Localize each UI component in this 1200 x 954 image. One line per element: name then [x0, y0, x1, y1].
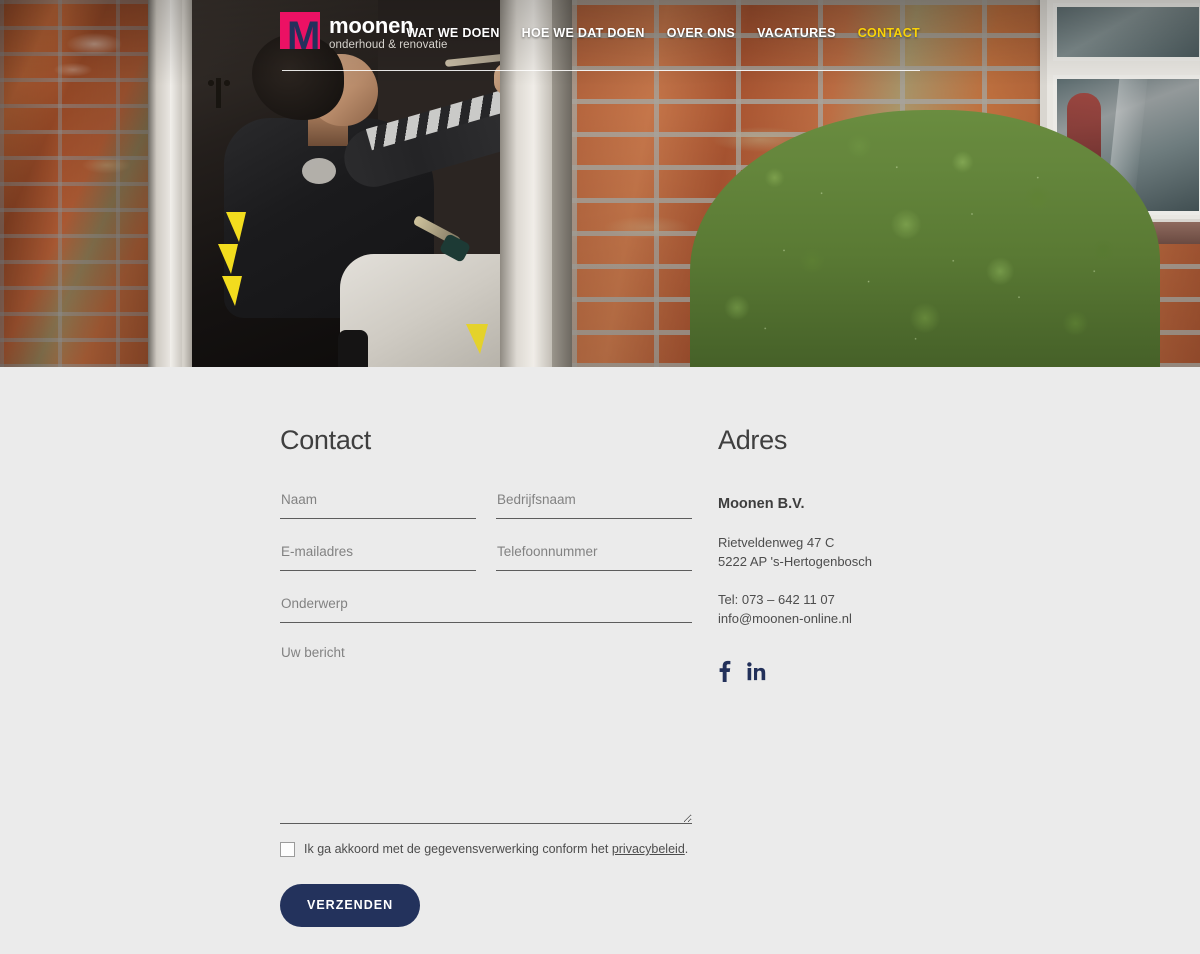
field-telefoon: [496, 538, 692, 571]
jacket-bolt-detail: [222, 276, 242, 306]
phone-number: Tel: 073 – 642 11 07: [718, 592, 835, 607]
nav-item-vacatures[interactable]: VACATURES: [746, 26, 847, 40]
company-name: Moonen B.V.: [718, 496, 805, 512]
hero-banner: M moonen onderhoud & renovatie WAT WE DO…: [0, 0, 1200, 367]
contact-form: Ik ga akkoord met de gegevensverwerking …: [280, 486, 692, 927]
consent-text-before: Ik ga akkoord met de gegevensverwerking …: [304, 842, 612, 856]
social-links: [718, 660, 928, 682]
nav-item-wat-we-doen[interactable]: WAT WE DOEN: [395, 26, 510, 40]
consent-text-after: .: [684, 842, 689, 856]
nav-item-hoe-we-dat-doen[interactable]: HOE WE DAT DOEN: [511, 26, 656, 40]
jacket-bolt-detail: [226, 212, 246, 242]
nav-item-over-ons[interactable]: OVER ONS: [656, 26, 746, 40]
naam-input[interactable]: [280, 486, 476, 519]
consent-label: Ik ga akkoord met de gegevensverwerking …: [304, 841, 688, 858]
trousers-bolt-detail: [466, 324, 488, 354]
bericht-textarea[interactable]: [280, 642, 692, 824]
page-content: Contact Naam Bedrijfsnaam E-mailadres Te…: [0, 367, 1200, 954]
email-input[interactable]: [280, 538, 476, 571]
linkedin-icon[interactable]: [747, 661, 766, 681]
nav-item-contact[interactable]: CONTACT: [847, 26, 920, 40]
submit-button[interactable]: VERZENDEN: [280, 884, 421, 927]
field-onderwerp: [280, 590, 692, 623]
field-email: [280, 538, 476, 571]
telefoon-input[interactable]: [496, 538, 692, 571]
consent-checkbox[interactable]: [280, 842, 295, 857]
address-heading: Adres: [718, 425, 788, 455]
jacket-bolt-detail: [218, 244, 238, 274]
logo-mark-icon: M: [280, 12, 320, 58]
contact-heading: Contact: [280, 425, 371, 455]
email-address: info@moonen-online.nl: [718, 611, 852, 626]
address-city: 5222 AP 's-Hertogenbosch: [718, 554, 873, 569]
worker-boot: [338, 330, 368, 367]
logo-letter: M: [287, 14, 320, 58]
privacy-policy-link[interactable]: privacybeleid: [612, 842, 685, 856]
jacket-shoulder-patch: [302, 158, 336, 184]
postal-address: Rietveldenweg 47 C 5222 AP 's-Hertogenbo…: [718, 533, 928, 571]
logo-tagline: onderhoud & renovatie: [329, 39, 448, 51]
onderwerp-input[interactable]: [280, 590, 692, 623]
bedrijfsnaam-input[interactable]: [496, 486, 692, 519]
facebook-icon[interactable]: [718, 660, 731, 682]
main-navigation: WAT WE DOEN HOE WE DAT DOEN OVER ONS VAC…: [395, 26, 920, 40]
consent-row: Ik ga akkoord met de gegevensverwerking …: [280, 841, 688, 858]
field-naam: [280, 486, 476, 519]
address-column: Adres Moonen B.V. Rietveldenweg 47 C 522…: [718, 424, 928, 682]
field-bedrijfsnaam: [496, 486, 692, 519]
header-divider: [282, 70, 920, 71]
field-bericht: [280, 642, 692, 824]
site-header: M moonen onderhoud & renovatie WAT WE DO…: [0, 0, 1200, 86]
address-street: Rietveldenweg 47 C: [718, 535, 835, 550]
contact-form-column: Contact Naam Bedrijfsnaam E-mailadres Te…: [280, 424, 692, 927]
contact-details: Tel: 073 – 642 11 07 info@moonen-online.…: [718, 590, 928, 628]
